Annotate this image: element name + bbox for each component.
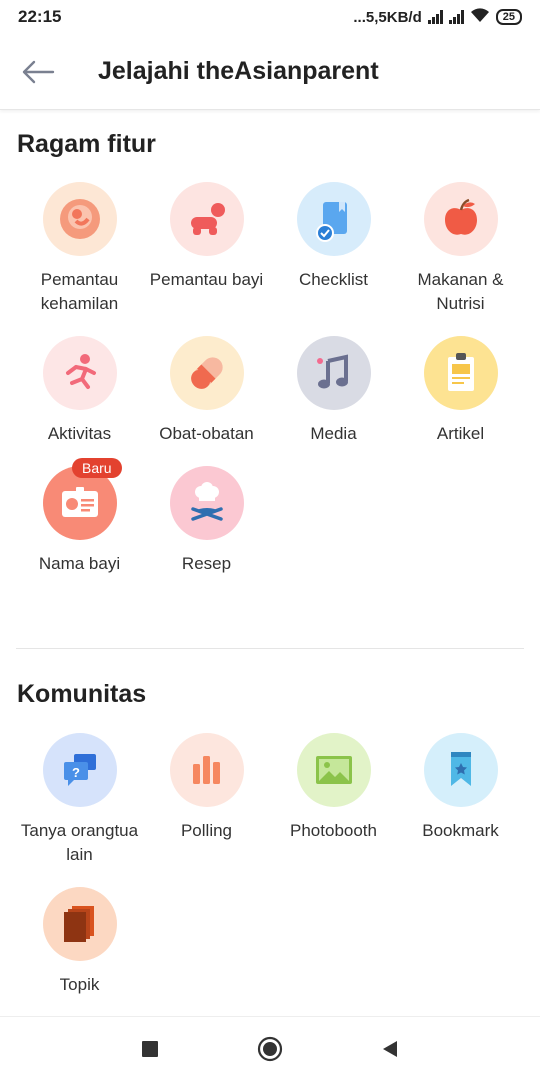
ragam-grid: Pemantau kehamilan Pemantau bayi Checkli… [16, 182, 524, 576]
system-nav-bar [0, 1016, 540, 1080]
running-icon [42, 336, 117, 410]
community-label: Bookmark [422, 821, 499, 840]
checklist-icon [296, 182, 371, 256]
feature-label: Pemantau kehamilan [40, 270, 119, 313]
new-badge: Baru [72, 458, 122, 478]
feature-label: Artikel [436, 424, 485, 443]
feature-label: Checklist [299, 270, 368, 289]
feature-label: Resep [181, 554, 232, 573]
feature-aktivitas[interactable]: Aktivitas [16, 336, 143, 446]
feature-artikel[interactable]: Artikel [397, 336, 524, 446]
pill-icon [169, 336, 244, 410]
feature-obat-obatan[interactable]: Obat-obatan [143, 336, 270, 446]
apple-icon [423, 182, 498, 256]
feature-label: Obat-obatan [159, 424, 254, 443]
community-label: Polling [180, 821, 233, 840]
square-icon [142, 1040, 158, 1057]
status-bar: 22:15 ...5,5KB/d 25 [0, 0, 540, 34]
music-note-icon [296, 336, 371, 410]
community-label: Topik [59, 975, 100, 994]
chef-icon [169, 466, 244, 540]
feature-pemantau-kehamilan[interactable]: Pemantau kehamilan [16, 182, 143, 316]
network-speed: ...5,5KB/d [353, 8, 422, 26]
battery-icon: 25 [495, 9, 522, 25]
status-right: ...5,5KB/d 25 [353, 7, 522, 27]
bar-chart-icon [169, 733, 244, 807]
signal-icon [427, 10, 443, 24]
bookmark-icon [423, 733, 498, 807]
community-photobooth[interactable]: Photobooth [270, 733, 397, 867]
page-title: Jelajahi theAsianparent [98, 57, 379, 85]
feature-makanan-nutrisi[interactable]: Makanan & Nutrisi [397, 182, 524, 316]
feature-checklist[interactable]: Checklist [270, 182, 397, 316]
feature-media[interactable]: Media [270, 336, 397, 446]
app-bar: Jelajahi theAsianparent [0, 34, 540, 110]
back-button[interactable] [18, 52, 58, 92]
community-polling[interactable]: Polling [143, 733, 270, 867]
section-title-komunitas: Komunitas [17, 680, 147, 708]
feature-nama-bayi[interactable]: Baru Nama bayi [16, 458, 143, 576]
community-label: Tanya orangtua lain [20, 821, 139, 864]
signal-icon-2 [448, 10, 464, 24]
community-label: Photobooth [290, 821, 377, 840]
community-bookmark[interactable]: Bookmark [397, 733, 524, 867]
stack-icon [42, 887, 117, 961]
feature-label: Makanan & Nutrisi [417, 270, 504, 313]
feature-label: Media [310, 424, 357, 443]
community-tanya[interactable]: ? Tanya orangtua lain [16, 733, 143, 867]
chat-question-icon: ? [42, 733, 117, 807]
section-divider [16, 648, 524, 649]
feature-label: Nama bayi [38, 554, 121, 573]
home-button[interactable] [250, 1029, 290, 1069]
triangle-back-icon [383, 1040, 397, 1057]
status-time: 22:15 [18, 7, 62, 26]
picture-icon [296, 733, 371, 807]
svg-text:?: ? [72, 765, 80, 780]
pregnancy-icon [42, 182, 117, 256]
wifi-icon [470, 7, 490, 27]
community-topik[interactable]: Topik [16, 887, 143, 997]
section-title-ragam: Ragam fitur [17, 130, 156, 158]
feature-label: Pemantau bayi [149, 270, 264, 289]
recents-button[interactable] [130, 1029, 170, 1069]
back-nav-button[interactable] [370, 1029, 410, 1069]
arrow-left-icon [22, 60, 55, 83]
komunitas-grid: ? Tanya orangtua lain Polling Photobooth… [16, 733, 524, 997]
circle-icon [257, 1036, 283, 1061]
feature-label: Aktivitas [47, 424, 112, 443]
feature-pemantau-bayi[interactable]: Pemantau bayi [143, 182, 270, 316]
clipboard-icon [423, 336, 498, 410]
crawling-baby-icon [169, 182, 244, 256]
feature-resep[interactable]: Resep [143, 466, 270, 576]
